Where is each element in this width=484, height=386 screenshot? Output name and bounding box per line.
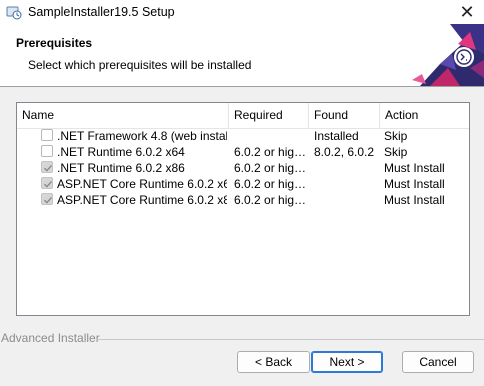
list-item[interactable]: ASP.NET Core Runtime 6.0.2 x86 6.0.2 or … [17,192,469,208]
list-header: Name Required Found Action [17,103,469,129]
prerequisite-action: Must Install [384,177,445,191]
list-item[interactable]: ASP.NET Core Runtime 6.0.2 x64 6.0.2 or … [17,176,469,192]
prerequisite-name: .NET Framework 4.8 (web installer) [57,129,227,143]
prerequisite-checkbox[interactable] [41,129,53,141]
header-banner: Prerequisites Select which prerequisites… [0,24,484,86]
prerequisite-found: Installed [314,129,359,143]
page-subtitle: Select which prerequisites will be insta… [28,58,252,72]
prerequisite-required: 6.0.2 or hig… [234,193,306,207]
header-separator [0,86,484,87]
list-item[interactable]: .NET Runtime 6.0.2 x64 6.0.2 or hig… 8.0… [17,144,469,160]
prerequisites-list[interactable]: Name Required Found Action .NET Framewor… [16,102,470,316]
column-header-required[interactable]: Required [229,103,309,128]
checkmark-icon [44,196,53,204]
prerequisite-required: 6.0.2 or hig… [234,177,306,191]
checkmark-icon [44,180,53,188]
checkmark-icon [44,164,53,172]
back-button[interactable]: < Back [237,351,310,373]
prerequisite-action: Skip [384,145,408,159]
prerequisite-checkbox[interactable] [41,193,53,205]
column-header-found[interactable]: Found [309,103,380,128]
prerequisite-checkbox[interactable] [41,145,53,157]
prerequisite-name: .NET Runtime 6.0.2 x64 [57,145,185,159]
prerequisite-name: ASP.NET Core Runtime 6.0.2 x86 [57,193,227,207]
prerequisite-required: 6.0.2 or hig… [234,145,306,159]
prerequisite-action: Must Install [384,161,445,175]
banner-graphic [412,24,484,86]
prerequisite-found: 8.0.2, 6.0.2 [314,145,375,159]
prerequisite-name: ASP.NET Core Runtime 6.0.2 x64 [57,177,227,191]
next-button[interactable]: Next > [311,351,383,373]
prerequisite-action: Skip [384,129,408,143]
prerequisite-found [314,176,380,192]
cancel-button[interactable]: Cancel [402,351,474,373]
brand-label: Advanced Installer [1,331,100,345]
installer-app-icon [6,4,22,20]
prerequisite-checkbox[interactable] [41,177,53,189]
prerequisite-found [314,192,380,208]
footer-divider [96,339,484,340]
prerequisite-required: 6.0.2 or hig… [234,161,306,175]
column-header-name[interactable]: Name [17,103,229,128]
window-title: SampleInstaller19.5 Setup [28,5,175,19]
close-button[interactable]: ✕ [450,0,484,24]
page-title: Prerequisites [16,36,93,50]
list-item[interactable]: .NET Runtime 6.0.2 x86 6.0.2 or hig… Mus… [17,160,469,176]
title-bar: SampleInstaller19.5 Setup ✕ [0,0,484,24]
list-item[interactable]: .NET Framework 4.8 (web installer) Insta… [17,128,469,144]
prerequisite-required [234,128,306,144]
prerequisite-action: Must Install [384,193,445,207]
prerequisite-found [314,160,380,176]
prerequisite-checkbox[interactable] [41,161,53,173]
column-header-action[interactable]: Action [380,103,469,128]
prerequisite-name: .NET Runtime 6.0.2 x86 [57,161,185,175]
